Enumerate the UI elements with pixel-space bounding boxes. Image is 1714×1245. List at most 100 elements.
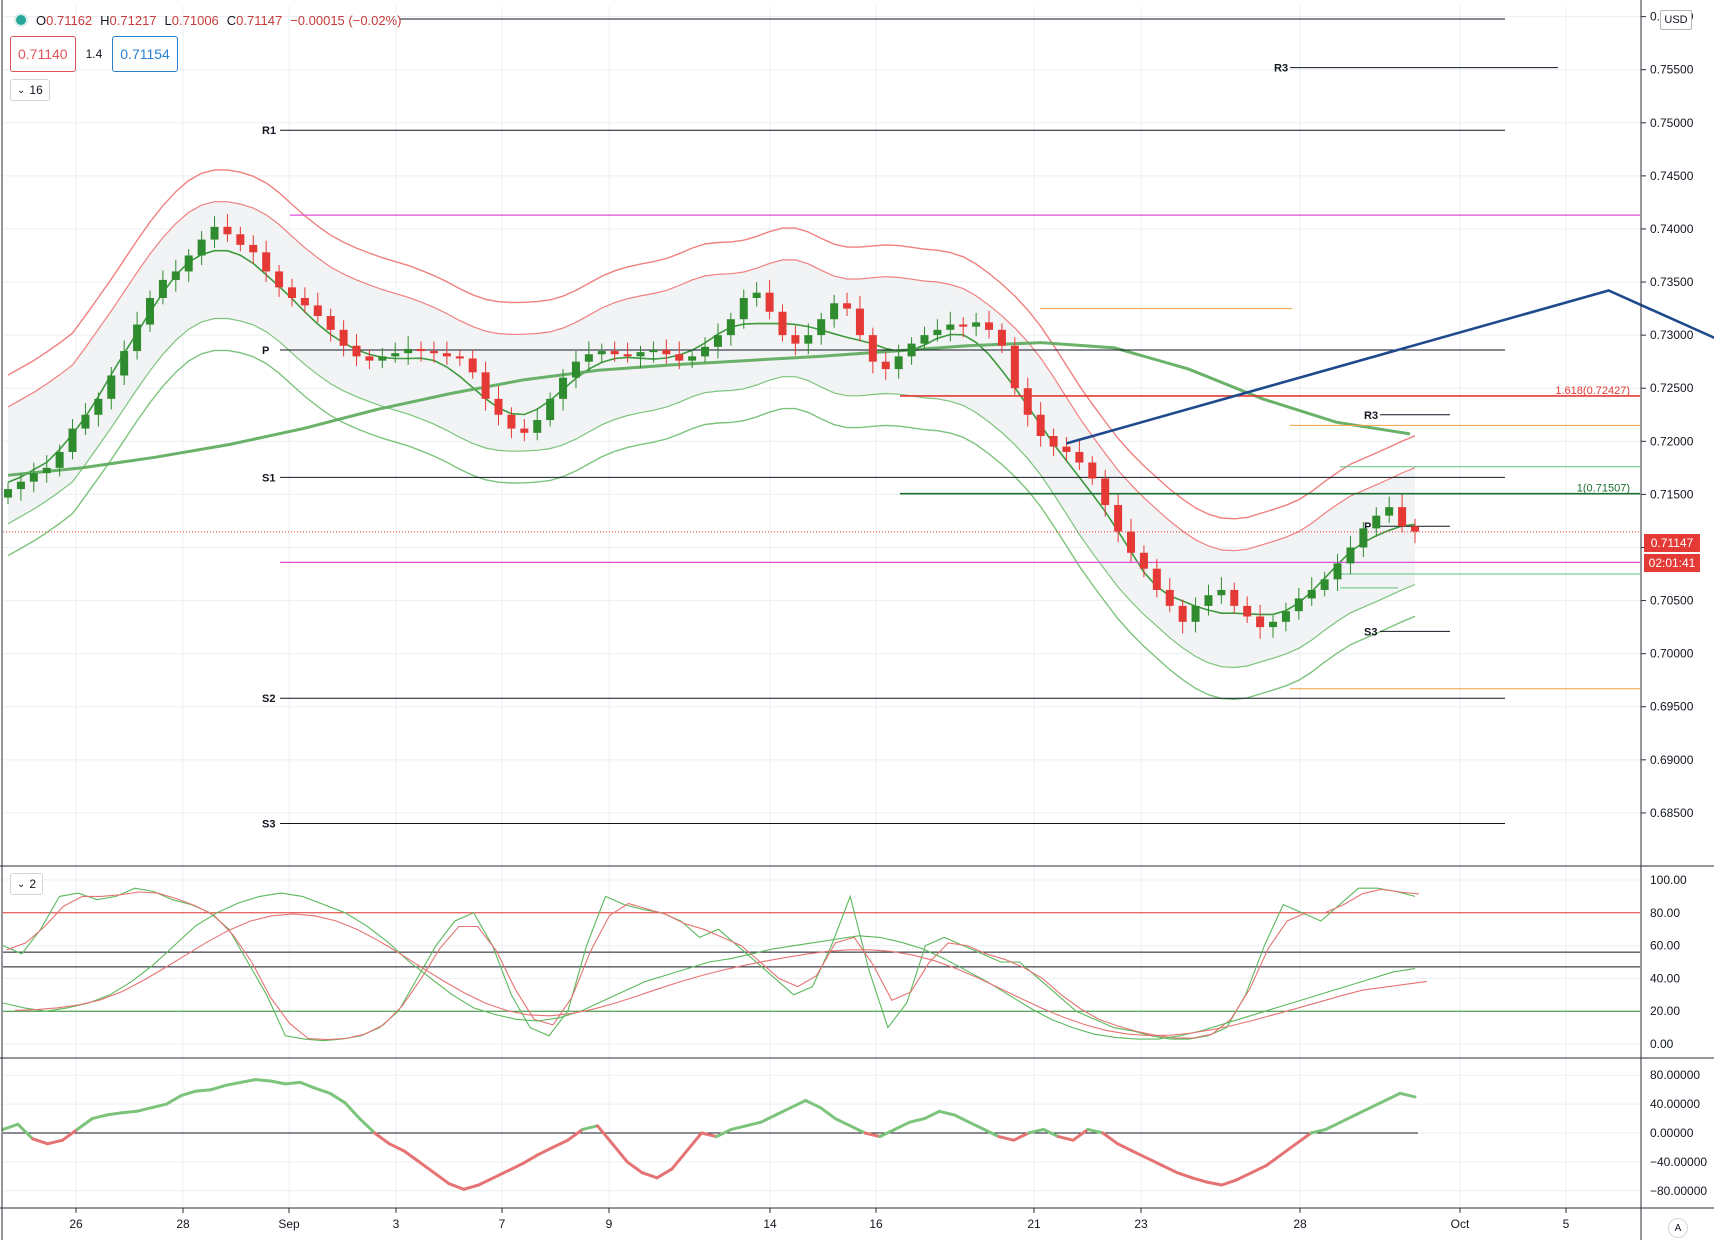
- chevron-down-icon: ⌄: [17, 879, 25, 890]
- momentum-segment-negative: [702, 1133, 717, 1137]
- momentum-segment-positive: [285, 1082, 300, 1084]
- momentum-segment-positive: [1385, 1093, 1400, 1100]
- candle-up: [69, 429, 77, 452]
- candle-down: [520, 429, 528, 433]
- candle-down: [998, 330, 1006, 346]
- stoch-tick-label: 60.00: [1650, 939, 1680, 953]
- momentum-segment-positive: [731, 1126, 746, 1130]
- candle-down: [959, 325, 967, 327]
- momentum-segment-negative: [479, 1178, 494, 1185]
- sell-button[interactable]: 0.71140: [10, 36, 76, 72]
- candle-up: [649, 350, 657, 352]
- momentum-segment-positive: [18, 1124, 33, 1139]
- momentum-segment-positive: [746, 1122, 761, 1126]
- time-tick-label: Oct: [1451, 1217, 1470, 1231]
- momentum-segment-positive: [137, 1108, 152, 1112]
- momentum-segment-negative: [375, 1133, 390, 1144]
- momentum-segment-negative: [389, 1144, 404, 1151]
- indicators-toggle-button[interactable]: ⌄ 16: [10, 79, 50, 101]
- indicators-count: 16: [29, 83, 42, 97]
- buy-button[interactable]: 0.71154: [112, 36, 178, 72]
- candle-up: [378, 356, 386, 360]
- envelope-fill: [8, 202, 1415, 668]
- candle-down: [624, 354, 632, 356]
- chart-root: R1PS1S2S3R3R3PS31.618(0.72427)1(0.71507)…: [0, 0, 1714, 1240]
- candle-down: [482, 372, 490, 399]
- candle-down: [1256, 616, 1264, 627]
- momentum-segment-negative: [642, 1173, 657, 1178]
- candle-up: [1346, 547, 1354, 563]
- time-tick-label: 28: [1293, 1217, 1307, 1231]
- momentum-segment-negative: [687, 1133, 702, 1151]
- price-tick-label: 0.68500: [1650, 806, 1694, 820]
- momentum-segment-positive: [181, 1091, 196, 1095]
- candle-down: [275, 271, 283, 287]
- long-ma-line: [8, 343, 1410, 476]
- stoch-tick-label: 40.00: [1650, 971, 1680, 985]
- candle-down: [1062, 447, 1070, 452]
- price-tick-label: 0.74500: [1650, 169, 1694, 183]
- candle-down: [507, 415, 515, 429]
- momentum-segment-negative: [1192, 1178, 1207, 1182]
- candle-up: [753, 293, 761, 298]
- time-tick-label: 7: [499, 1217, 506, 1231]
- candle-up: [830, 303, 838, 319]
- candle-down: [443, 353, 451, 356]
- candle-down: [327, 316, 335, 330]
- time-tick-label: 14: [763, 1217, 777, 1231]
- momentum-segment-negative: [865, 1133, 880, 1137]
- candle-up: [585, 354, 593, 361]
- candle-down: [288, 287, 296, 298]
- candle-down: [1230, 590, 1238, 606]
- candle-up: [56, 452, 64, 468]
- candle-down: [1024, 388, 1032, 415]
- candle-down: [353, 346, 361, 357]
- stoch-toggle-button[interactable]: ⌄ 2: [10, 873, 43, 895]
- price-tick-label: 0.74000: [1650, 222, 1694, 236]
- momentum-segment-negative: [1014, 1133, 1029, 1140]
- countdown-tag: 02:01:41: [1644, 554, 1700, 572]
- candle-up: [1192, 606, 1200, 622]
- momentum-segment-positive: [1400, 1093, 1415, 1097]
- momentum-segment-positive: [761, 1115, 776, 1122]
- cci-tick-label: 80.00000: [1650, 1068, 1700, 1082]
- momentum-segment-negative: [627, 1162, 642, 1173]
- momentum-segment-positive: [954, 1115, 969, 1122]
- candle-up: [120, 351, 128, 375]
- currency-label[interactable]: USD: [1660, 10, 1692, 30]
- stoch-slow-k-line: [3, 893, 1415, 1039]
- candle-up: [1204, 595, 1212, 606]
- axes: 0.760000.755000.750000.745000.740000.735…: [0, 0, 1714, 1240]
- candle-down: [675, 354, 683, 360]
- candle-up: [185, 256, 193, 272]
- momentum-segment-negative: [1207, 1182, 1222, 1185]
- candle-up: [1321, 579, 1329, 590]
- auto-scale-button[interactable]: A: [1668, 1218, 1688, 1238]
- price-tick-label: 0.75000: [1650, 116, 1694, 130]
- momentum-segment-negative: [1058, 1137, 1073, 1141]
- momentum-segment-positive: [77, 1119, 92, 1130]
- momentum-segment-positive: [925, 1111, 940, 1118]
- stoch-fast-k-line: [3, 888, 1415, 1040]
- candle-up: [404, 349, 412, 353]
- momentum-segment-positive: [360, 1119, 375, 1133]
- candle-up: [1217, 590, 1225, 595]
- ohlc-open: O0.71162: [36, 13, 92, 28]
- candle-up: [908, 344, 916, 357]
- support-resistance-lines: R1PS1S2S3R3R3PS31.618(0.72427)1(0.71507): [3, 19, 1640, 831]
- pivot-label: S3: [262, 819, 275, 831]
- candle-up: [81, 415, 89, 429]
- momentum-segment-positive: [152, 1104, 167, 1108]
- momentum-segment-positive: [271, 1081, 286, 1084]
- candle-up: [804, 335, 812, 343]
- candle-down: [1179, 606, 1187, 622]
- series-dot-icon[interactable]: [14, 13, 28, 27]
- candle-down: [417, 349, 425, 351]
- stoch-tick-label: 80.00: [1650, 906, 1680, 920]
- candle-up: [198, 240, 206, 256]
- momentum-segment-positive: [107, 1113, 122, 1115]
- candle-down: [766, 293, 774, 312]
- chart-canvas[interactable]: R1PS1S2S3R3R3PS31.618(0.72427)1(0.71507)…: [0, 0, 1714, 1240]
- momentum-segment-negative: [1118, 1144, 1133, 1151]
- momentum-segment-negative: [419, 1162, 434, 1173]
